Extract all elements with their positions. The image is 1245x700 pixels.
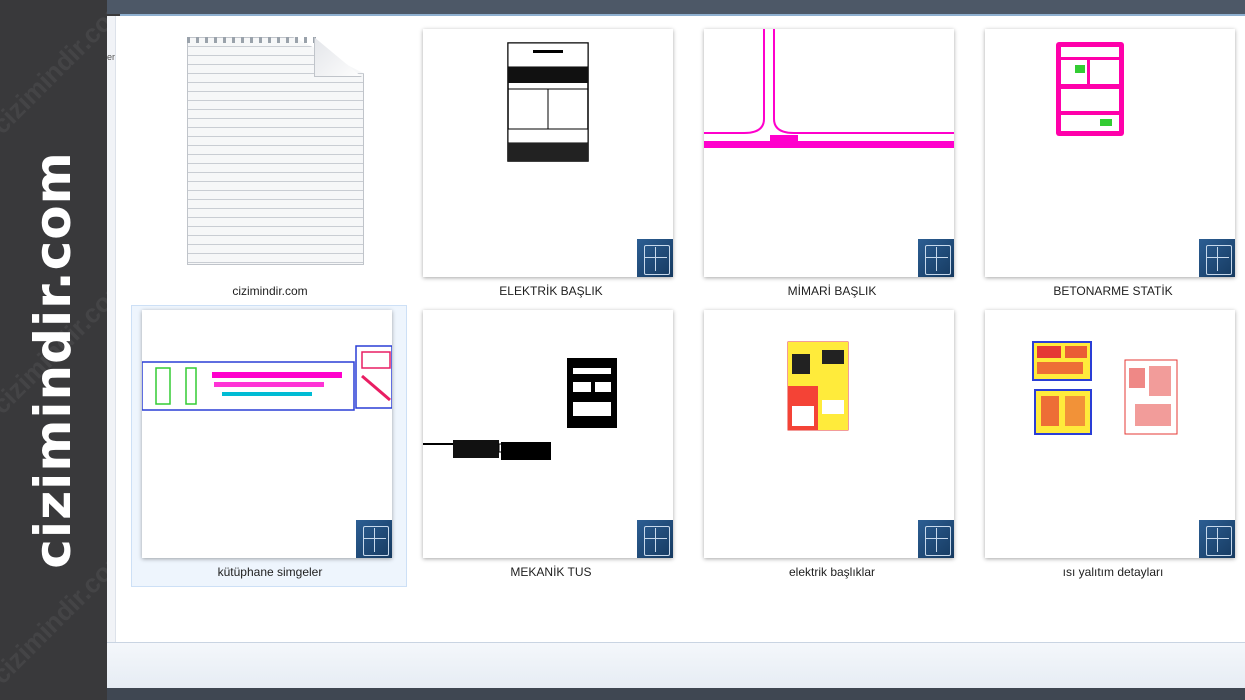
symbol-library-preview [142, 345, 392, 411]
magenta-title-block-preview [1056, 42, 1124, 136]
magenta-lines-preview [704, 29, 954, 148]
status-bar [107, 642, 1245, 689]
dwg-file-icon [1199, 239, 1235, 277]
dwg-preview [704, 310, 954, 558]
window-top-bar [107, 0, 1245, 14]
window-bottom-bar [107, 688, 1245, 700]
dwg-preview [704, 29, 954, 277]
detail-sheets-preview [1032, 341, 1178, 435]
dwg-preview [423, 310, 673, 558]
dwg-file-icon [637, 239, 673, 277]
watermark-text: cizimindir.com [0, 0, 107, 140]
black-blocks-preview [423, 358, 617, 460]
file-item-kutuphane-simgeler[interactable]: kütüphane simgeler [131, 305, 407, 587]
file-name: cizimindir.com [232, 284, 308, 298]
file-name: elektrik başlıklar [788, 565, 876, 579]
dwg-preview [142, 310, 392, 558]
file-item-cizimindir[interactable]: cizimindir.com [131, 24, 407, 306]
navigation-pane-edge[interactable]: er [107, 16, 116, 688]
title-block-preview [507, 42, 589, 162]
file-item-mimari-baslik[interactable]: MİMARİ BAŞLIK [693, 24, 969, 306]
file-item-elektrik-basliklar[interactable]: elektrik başlıklar [693, 305, 969, 587]
red-yellow-blocks-preview [787, 341, 849, 431]
dwg-file-icon [918, 520, 954, 558]
dwg-preview [423, 29, 673, 277]
file-name: MİMARİ BAŞLIK [787, 284, 877, 298]
file-name: ELEKTRİK BAŞLIK [499, 284, 603, 298]
dwg-preview [985, 310, 1235, 558]
file-item-isi-yalitim-detaylari[interactable]: ısı yalıtım detayları [974, 305, 1245, 587]
file-item-elektrik-baslik[interactable]: ELEKTRİK BAŞLIK [412, 24, 688, 306]
file-name: kütüphane simgeler [217, 565, 323, 579]
dwg-file-icon [356, 520, 392, 558]
dwg-file-icon [637, 520, 673, 558]
file-name: ısı yalıtım detayları [1062, 565, 1164, 579]
dwg-preview [985, 29, 1235, 277]
explorer-window: er cizimindir.com ELEKTRİK BAŞLIK MİMARİ… [107, 16, 1245, 689]
navigation-pane-label: er [107, 52, 116, 62]
dwg-file-icon [918, 239, 954, 277]
file-view[interactable]: cizimindir.com ELEKTRİK BAŞLIK MİMARİ BA… [116, 16, 1245, 640]
file-item-mekanik-tus[interactable]: MEKANİK TUS [412, 305, 688, 587]
file-name: BETONARME STATİK [1053, 284, 1173, 298]
brand-logo-text: cizimindir.com [24, 151, 82, 569]
file-name: MEKANİK TUS [510, 565, 592, 579]
file-item-betonarme-statik[interactable]: BETONARME STATİK [974, 24, 1245, 306]
brand-sidebar: cizimindir.com cizimindir.com cizimindir… [0, 0, 107, 700]
dwg-file-icon [1199, 520, 1235, 558]
